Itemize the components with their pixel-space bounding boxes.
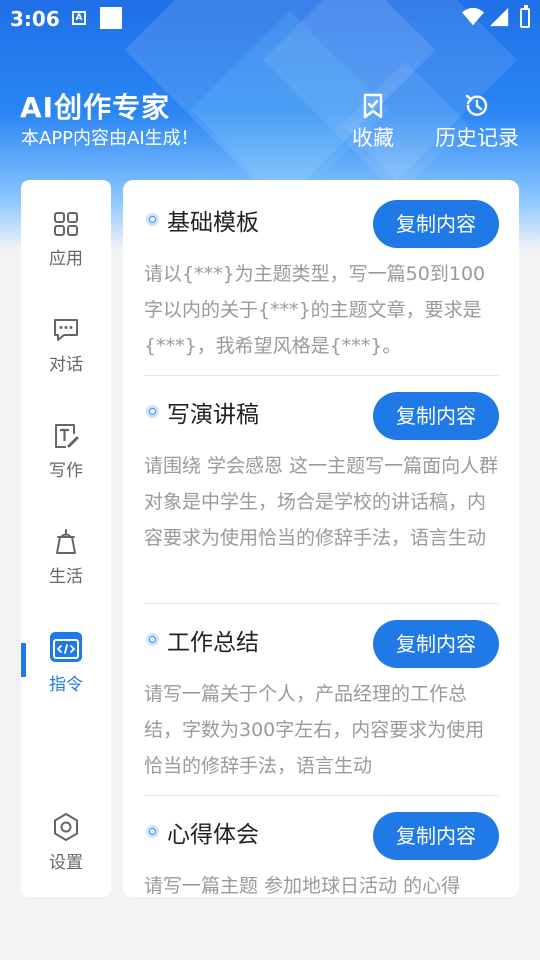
sidebar-item-label: 指令 bbox=[49, 675, 83, 695]
sidebar-item-apps[interactable]: 应用 bbox=[21, 210, 111, 269]
sidebar-item-label: 对话 bbox=[49, 355, 83, 375]
entry-title: 基础模板 bbox=[167, 210, 259, 236]
notification-square-icon bbox=[100, 7, 122, 29]
prompt-list: 基础模板 复制内容 请以{***}为主题类型，写一篇50到100字以内的关于{*… bbox=[123, 180, 519, 897]
write-icon bbox=[55, 424, 79, 448]
sidebar-item-writing[interactable]: 写作 bbox=[21, 422, 111, 481]
sidebar-item-life[interactable]: 生活 bbox=[21, 528, 111, 587]
app-subtitle: 本APP内容由AI生成！ bbox=[21, 128, 199, 149]
life-icon bbox=[56, 529, 76, 554]
copy-content-button[interactable]: 复制内容 bbox=[373, 812, 499, 860]
bullet-icon bbox=[146, 825, 159, 838]
history-button[interactable]: 历史记录 bbox=[434, 92, 520, 152]
bullet-icon bbox=[146, 633, 159, 646]
sidebar-item-chat[interactable]: 对话 bbox=[21, 316, 111, 375]
grid-icon bbox=[54, 212, 78, 236]
sidebar-item-settings[interactable]: 设置 bbox=[21, 812, 111, 873]
sidebar-item-label: 写作 bbox=[49, 461, 83, 481]
wifi-icon bbox=[462, 7, 484, 26]
sidebar-item-prompts[interactable]: 指令 bbox=[21, 630, 111, 695]
battery-icon bbox=[520, 5, 530, 28]
bullet-icon bbox=[146, 213, 159, 226]
entry-description: 请围绕 学会感恩 这一主题写一篇面向人群对象是中学生，场合是学校的讲话稿，内容要… bbox=[144, 455, 499, 549]
app-title: AI创作专家 bbox=[20, 91, 171, 124]
status-bar: 3:06 A bbox=[0, 0, 540, 36]
history-label: 历史记录 bbox=[435, 126, 519, 150]
signal-icon bbox=[489, 7, 509, 27]
entry-title: 写演讲稿 bbox=[167, 402, 259, 428]
divider bbox=[144, 603, 499, 604]
entry-description: 请以{***}为主题类型，写一篇50到100字以内的关于{***}的主题文章，要… bbox=[144, 263, 486, 357]
favorites-label: 收藏 bbox=[352, 126, 394, 150]
bullet-icon bbox=[146, 405, 159, 418]
code-icon bbox=[50, 632, 82, 662]
sidebar-item-label: 生活 bbox=[49, 567, 83, 587]
chat-icon bbox=[54, 319, 78, 341]
sidebar-item-label: 应用 bbox=[49, 249, 83, 269]
copy-content-button[interactable]: 复制内容 bbox=[373, 392, 499, 440]
sidebar-active-indicator bbox=[21, 643, 26, 677]
entry-description: 请写一篇主题 参加地球日活动 的心得 bbox=[144, 875, 461, 897]
divider bbox=[144, 795, 499, 796]
history-icon bbox=[465, 94, 488, 116]
copy-content-button[interactable]: 复制内容 bbox=[373, 620, 499, 668]
sidebar-item-label: 设置 bbox=[49, 853, 83, 873]
divider bbox=[144, 375, 499, 376]
settings-icon bbox=[54, 813, 78, 841]
favorites-button[interactable]: 收藏 bbox=[351, 92, 395, 152]
entry-description: 请写一篇关于个人，产品经理的工作总结，字数为300字左右，内容要求为使用恰当的修… bbox=[144, 683, 485, 777]
status-time: 3:06 bbox=[10, 7, 60, 31]
entry-title: 心得体会 bbox=[167, 822, 259, 848]
notification-a-icon: A bbox=[72, 11, 86, 25]
favorites-icon bbox=[363, 93, 383, 119]
entry-title: 工作总结 bbox=[167, 630, 259, 656]
sidebar: 应用 对话 写作 生活 指令 设置 bbox=[21, 180, 111, 897]
copy-content-button[interactable]: 复制内容 bbox=[373, 200, 499, 248]
